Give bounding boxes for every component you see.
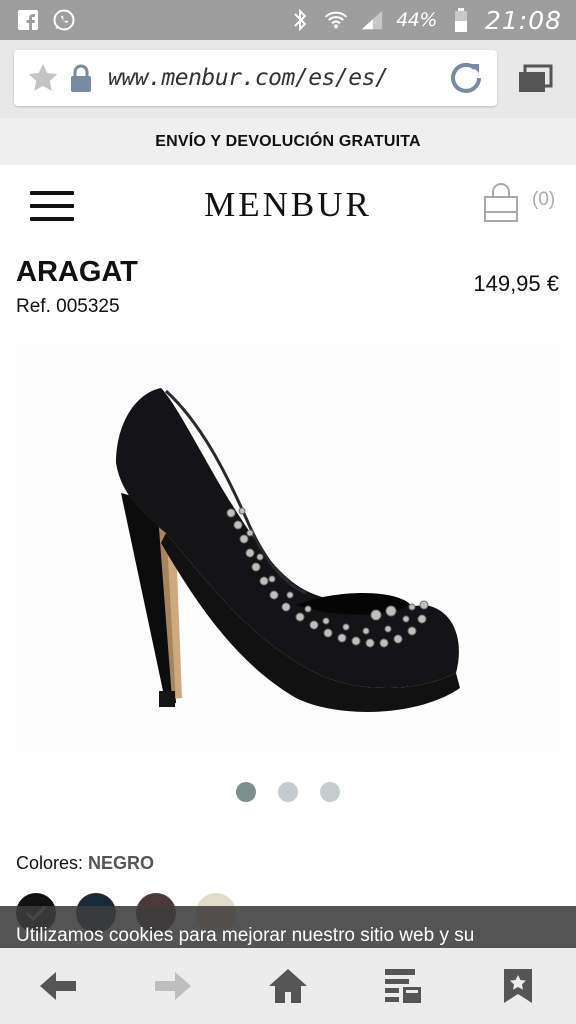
facebook-icon [16,8,40,32]
carousel-dot[interactable] [320,782,340,802]
back-arrow-icon[interactable] [28,956,88,1016]
star-icon[interactable] [24,59,62,97]
bookmark-icon[interactable] [488,956,548,1016]
colors-label-text: Colores: [16,853,84,873]
cookie-banner[interactable]: Utilizamos cookies para mejorar nuestro … [0,906,576,948]
reading-list-icon[interactable] [373,956,433,1016]
battery-percent: 44% [396,9,437,31]
whatsapp-icon [52,8,76,32]
forward-arrow-icon[interactable] [143,956,203,1016]
home-icon[interactable] [258,956,318,1016]
lock-icon [66,59,96,97]
status-bar: 44% 21:08 [0,0,576,40]
shopping-bag-icon[interactable] [482,183,522,223]
address-bar[interactable]: www.menbur.com/es/es/ [14,50,497,106]
status-left [16,8,76,32]
status-right: 44% 21:08 [288,6,562,35]
promo-banner[interactable]: ENVÍO Y DEVOLUCIÓN GRATUITA [0,118,576,165]
product-ref: Ref. 005325 [16,296,120,317]
product-price: 149,95 € [473,271,559,296]
product-name: ARAGAT [16,256,138,288]
carousel-dot[interactable] [278,782,298,802]
browser-toolbar: www.menbur.com/es/es/ [0,40,576,118]
colors-label: Colores: NEGRO [16,853,154,874]
browser-bottom-toolbar [0,948,576,1024]
product-image[interactable] [16,343,560,753]
bluetooth-icon [288,8,312,32]
cart-count[interactable]: (0) [532,189,555,211]
wifi-icon [324,8,348,32]
site-header: MENBUR (0) [0,165,576,245]
carousel-dot[interactable] [236,782,256,802]
battery-icon [449,8,473,32]
clock: 21:08 [484,5,562,35]
reload-icon[interactable] [443,55,489,101]
url-text[interactable]: www.menbur.com/es/es/ [108,65,443,91]
tabs-icon[interactable] [515,62,555,96]
carousel-dots [0,782,576,802]
signal-icon [360,8,384,32]
selected-color: NEGRO [88,853,155,873]
